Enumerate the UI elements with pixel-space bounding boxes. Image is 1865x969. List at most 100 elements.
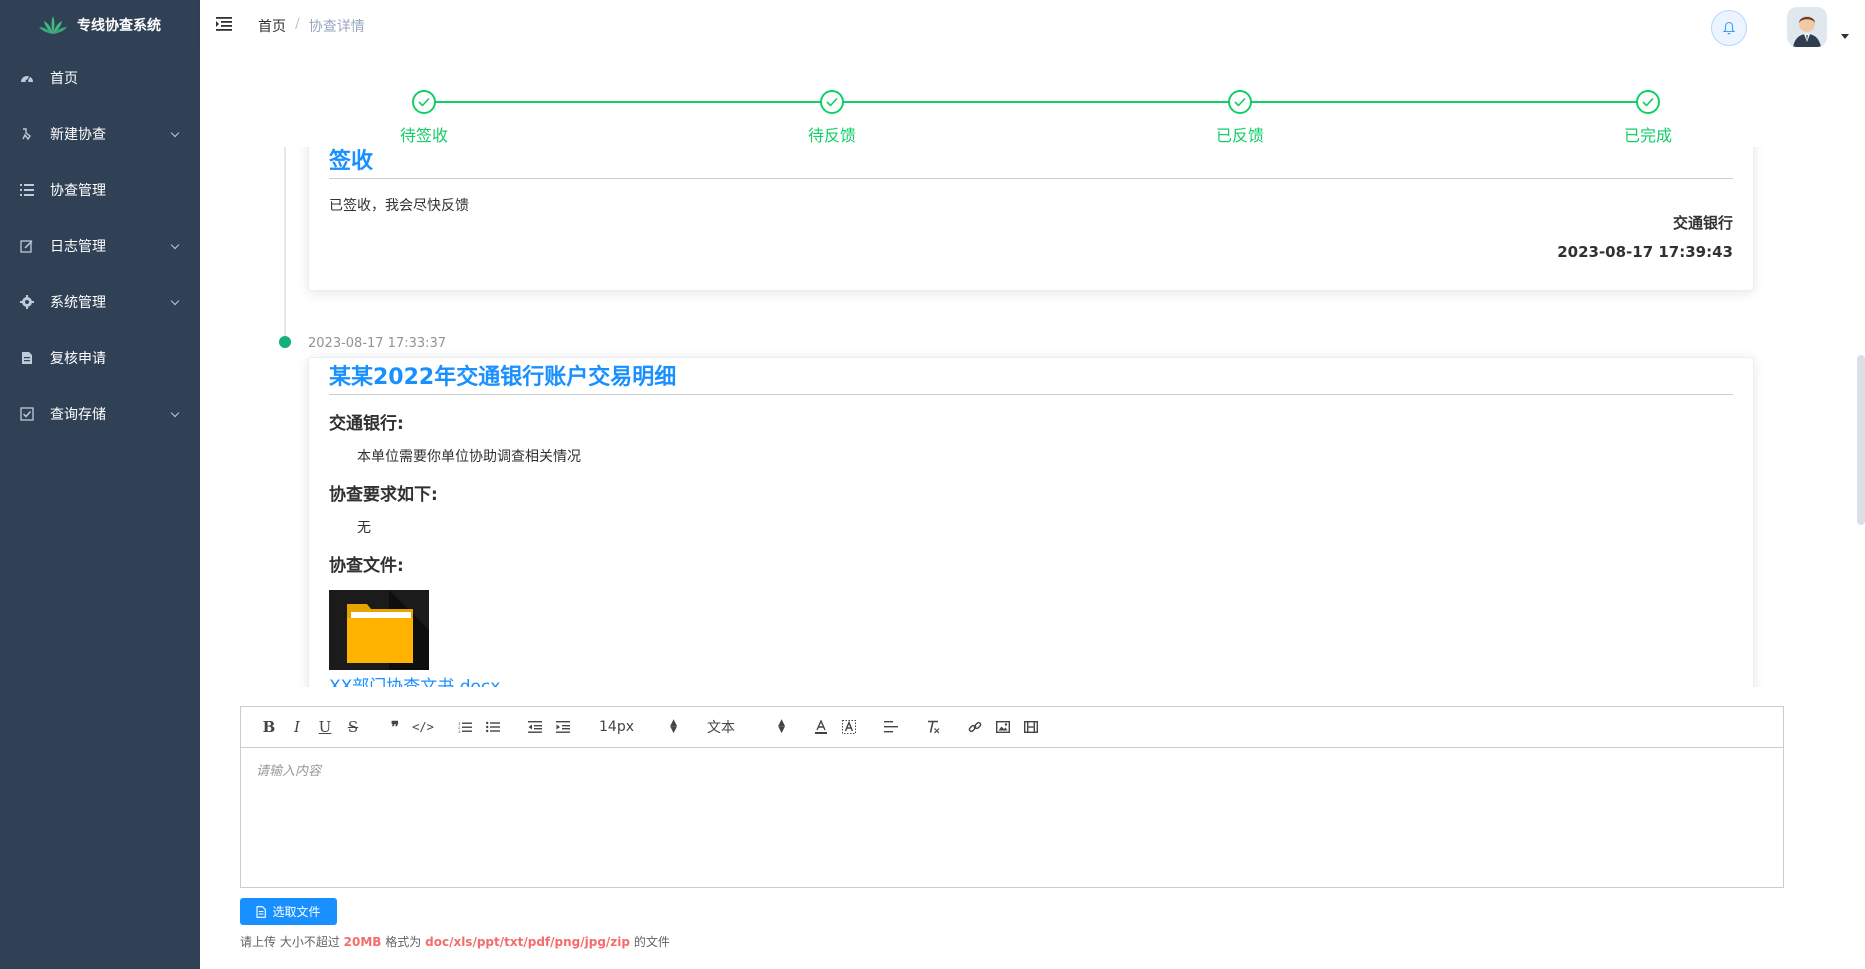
upload-formats: doc/xls/ppt/txt/pdf/png/jpg/zip — [425, 935, 630, 949]
editor-toolbar: B I U S ❞ </> 123 14px ▲ ▼ 文本 ▲ ▼ — [241, 707, 1783, 748]
sidebar-item-review-request[interactable]: 复核申请 — [0, 330, 200, 386]
breadcrumb-current: 协查详情 — [308, 19, 365, 35]
image-icon[interactable] — [989, 713, 1017, 741]
timeline-dot — [279, 336, 291, 348]
checkbox-icon — [20, 407, 34, 421]
file-link[interactable]: XX部门协查文书.docx — [329, 672, 1733, 687]
card-body-text: 已签收，我会尽快反馈 — [329, 198, 469, 214]
breadcrumb: 首页 / 协查详情 — [258, 16, 365, 36]
sidebar-item-label: 首页 — [50, 71, 78, 87]
align-icon[interactable] — [877, 713, 905, 741]
notification-button[interactable] — [1711, 10, 1747, 46]
scrollbar[interactable] — [1857, 355, 1865, 525]
sidebar-item-label: 查询存储 — [50, 407, 106, 423]
upload-tip-prefix: 请上传 大小不超过 — [240, 935, 340, 949]
ordered-list-icon[interactable]: 123 — [451, 713, 479, 741]
breadcrumb-home[interactable]: 首页 — [258, 16, 286, 36]
bullet-list-icon[interactable] — [479, 713, 507, 741]
chevron-down-icon — [170, 128, 180, 138]
signer-org: 交通银行 — [1672, 214, 1733, 232]
document-icon — [256, 905, 267, 918]
step-4-check-icon — [1636, 90, 1660, 114]
block-type-value: 文本 — [707, 720, 735, 736]
sidebar-item-log-management[interactable]: 日志管理 — [0, 218, 200, 274]
rich-text-editor: B I U S ❞ </> 123 14px ▲ ▼ 文本 ▲ ▼ 请输入内容 — [240, 706, 1784, 888]
bold-icon[interactable]: B — [255, 713, 283, 741]
sidebar-menu: 首页 新建协查 协查管理 日志管理 系统管理 复核申请 查询存储 — [0, 50, 200, 442]
timeline-content[interactable]: 签收 已签收，我会尽快反馈 交通银行 2023-08-17 17:39:43 2… — [200, 147, 1865, 687]
select-file-button[interactable]: 选取文件 — [240, 898, 337, 925]
upload-tip-suffix: 的文件 — [633, 935, 670, 949]
step-4-label: 已完成 — [1623, 126, 1672, 145]
document-icon — [20, 351, 34, 365]
sidebar-item-label: 新建协查 — [50, 127, 106, 143]
upload-tip: 请上传 大小不超过 20MB 格式为 doc/xls/ppt/txt/pdf/p… — [240, 933, 670, 950]
org-text: 本单位需要你单位协助调查相关情况 — [357, 449, 581, 465]
italic-icon[interactable]: I — [283, 713, 311, 741]
link-icon[interactable] — [961, 713, 989, 741]
sidebar-item-label: 协查管理 — [50, 183, 106, 199]
system-icon — [20, 295, 34, 309]
timeline-card-inquiry: 某某2022年交通银行账户交易明细 交通银行: 本单位需要你单位协助调查相关情况… — [308, 357, 1754, 687]
guide-icon — [20, 127, 34, 141]
video-icon[interactable] — [1017, 713, 1045, 741]
header-select[interactable]: 文本 ▲ ▼ — [699, 713, 793, 741]
background-color-icon[interactable] — [835, 713, 863, 741]
editor-input[interactable]: 请输入内容 — [241, 748, 1783, 791]
clean-format-icon[interactable] — [919, 713, 947, 741]
select-arrows-icon: ▲ ▼ — [778, 718, 785, 735]
dashboard-icon — [20, 71, 34, 85]
sidebar-item-label: 日志管理 — [50, 239, 106, 255]
underline-icon[interactable]: U — [311, 713, 339, 741]
upload-tip-mid: 格式为 — [385, 935, 422, 949]
timeline-rail — [284, 147, 286, 340]
requirements-text: 无 — [357, 520, 371, 536]
logo-leaf-icon — [39, 16, 67, 34]
app-title: 专线协查系统 — [77, 18, 161, 34]
svg-text:3: 3 — [458, 729, 461, 733]
step-3-label: 已反馈 — [1215, 126, 1264, 145]
upload-max-size: 20MB — [343, 935, 382, 949]
indent-icon[interactable] — [549, 713, 577, 741]
strike-icon[interactable]: S — [339, 713, 367, 741]
chevron-down-icon — [170, 296, 180, 306]
font-color-icon[interactable] — [807, 713, 835, 741]
chevron-down-icon — [170, 408, 180, 418]
timeline-card-signed: 签收 已签收，我会尽快反馈 交通银行 2023-08-17 17:39:43 — [308, 147, 1754, 291]
sidebar-item-inquiry-management[interactable]: 协查管理 — [0, 162, 200, 218]
code-icon[interactable]: </> — [409, 713, 437, 741]
quote-icon[interactable]: ❞ — [381, 713, 409, 741]
sidebar-item-label: 系统管理 — [50, 295, 106, 311]
sidebar-item-system-management[interactable]: 系统管理 — [0, 274, 200, 330]
step-2-check-icon — [820, 90, 844, 114]
step-3-check-icon — [1228, 90, 1252, 114]
font-size-select[interactable]: 14px ▲ ▼ — [591, 713, 685, 741]
step-2-label: 待反馈 — [807, 126, 856, 145]
files-heading: 协查文件: — [329, 556, 404, 576]
sidebar-item-query-storage[interactable]: 查询存储 — [0, 386, 200, 442]
steps-connector-line — [424, 101, 1648, 103]
step-1-check-icon — [412, 90, 436, 114]
sidebar-item-new-inquiry[interactable]: 新建协查 — [0, 106, 200, 162]
signed-time: 2023-08-17 17:39:43 — [1557, 243, 1733, 261]
requirements-heading: 协查要求如下: — [329, 485, 438, 505]
card-title: 签收 — [329, 147, 1733, 179]
caret-down-icon[interactable] — [1841, 34, 1849, 39]
outdent-icon[interactable] — [521, 713, 549, 741]
user-avatar-icon — [1787, 7, 1827, 47]
sidebar-item-home[interactable]: 首页 — [0, 50, 200, 106]
logo[interactable]: 专线协查系统 — [0, 0, 200, 50]
bell-icon — [1722, 21, 1736, 35]
org-heading: 交通银行: — [329, 414, 404, 434]
select-arrows-icon: ▲ ▼ — [670, 718, 677, 735]
list-icon — [20, 183, 34, 197]
breadcrumb-separator: / — [295, 16, 300, 32]
step-1-label: 待签收 — [399, 126, 448, 145]
file-thumbnail[interactable] — [329, 590, 429, 670]
card-title: 某某2022年交通银行账户交易明细 — [329, 358, 1733, 395]
sidebar: 专线协查系统 首页 新建协查 协查管理 日志管理 系统管理 复核申请 查询存储 — [0, 0, 200, 969]
avatar[interactable] — [1787, 7, 1827, 47]
folder-icon — [347, 590, 429, 670]
select-file-label: 选取文件 — [272, 905, 321, 919]
menu-fold-icon[interactable] — [216, 17, 232, 31]
